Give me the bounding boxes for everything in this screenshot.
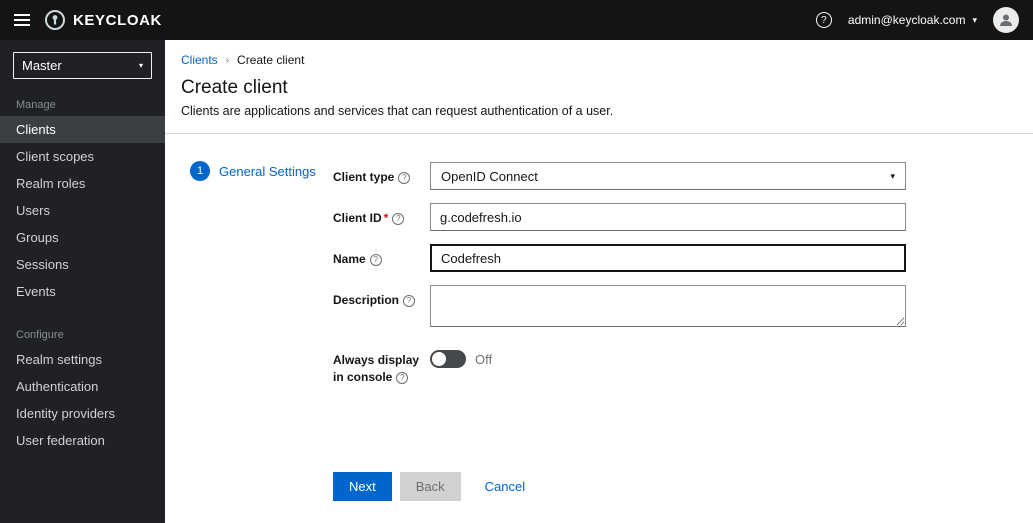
sidebar-item-realm-roles[interactable]: Realm roles [0, 170, 165, 197]
sidebar-item-clients[interactable]: Clients [0, 116, 165, 143]
description-label: Description? [333, 285, 430, 332]
breadcrumb-clients-link[interactable]: Clients [181, 53, 218, 67]
client-type-select[interactable]: OpenID Connect ▾ [430, 162, 906, 190]
breadcrumb-current: Create client [237, 53, 305, 67]
help-icon[interactable]: ? [392, 212, 405, 225]
form-actions: Next Back Cancel [333, 472, 906, 507]
client-type-label: Client type? [333, 162, 430, 190]
chevron-down-icon: ▾ [138, 61, 143, 70]
client-id-input[interactable] [430, 203, 906, 231]
chevron-down-icon: ▾ [890, 170, 895, 181]
client-id-label: Client ID *? [333, 203, 430, 231]
sidebar-item-user-federation[interactable]: User federation [0, 427, 165, 454]
description-textarea[interactable] [430, 285, 906, 327]
help-icon[interactable]: ? [369, 253, 382, 266]
next-button[interactable]: Next [333, 472, 392, 501]
realm-selector-value: Master [22, 58, 62, 73]
realm-selector[interactable]: Master ▾ [13, 52, 152, 79]
required-asterisk: * [383, 211, 389, 225]
help-icon[interactable]: ? [396, 372, 409, 385]
chevron-down-icon: ▾ [972, 14, 977, 25]
nav-section-configure: Configure [16, 329, 64, 341]
sidebar-item-identity-providers[interactable]: Identity providers [0, 400, 165, 427]
help-icon[interactable]: ? [815, 12, 832, 28]
breadcrumb-separator-icon: › [225, 54, 230, 66]
always-display-row: Always display in console? Off [333, 345, 906, 387]
help-icon[interactable]: ? [403, 294, 416, 307]
toggle-state-label: Off [475, 351, 493, 367]
always-display-label: Always display in console? [333, 353, 420, 385]
create-client-form: Client type? OpenID Connect ▾ Client ID *… [333, 134, 1033, 523]
wizard-step-general-settings[interactable]: 1 General Settings [190, 161, 333, 181]
sidebar-item-groups[interactable]: Groups [0, 224, 165, 251]
wizard-content: 1 General Settings Client type? OpenID C… [165, 134, 1033, 523]
main-content: Clients › Create client Create client Cl… [165, 40, 1033, 523]
user-menu[interactable]: admin@keycloak.com ▾ [848, 13, 977, 27]
brand-text: KEYCLOAK [73, 11, 162, 29]
sidebar-item-realm-settings[interactable]: Realm settings [0, 346, 165, 373]
name-row: Name? [333, 244, 906, 272]
name-label: Name? [333, 244, 430, 272]
topbar-right: ? admin@keycloak.com ▾ [815, 7, 1033, 33]
client-id-row: Client ID *? [333, 203, 906, 231]
user-icon [1000, 14, 1012, 26]
help-icon[interactable]: ? [398, 171, 411, 184]
wizard-nav: 1 General Settings [165, 134, 333, 523]
step-label: General Settings [219, 163, 316, 179]
keycloak-logo-icon [45, 10, 65, 30]
sidebar-item-authentication[interactable]: Authentication [0, 373, 165, 400]
hamburger-menu-icon[interactable] [0, 0, 44, 40]
sidebar: Master ▾ Manage Clients Client scopes Re… [0, 40, 165, 523]
client-type-value: OpenID Connect [441, 168, 538, 184]
back-button[interactable]: Back [399, 472, 461, 501]
description-row: Description? [333, 285, 906, 332]
sidebar-item-client-scopes[interactable]: Client scopes [0, 143, 165, 170]
cancel-button[interactable]: Cancel [479, 478, 531, 495]
page-header: Clients › Create client Create client Cl… [165, 40, 1033, 134]
keycloak-brand: KEYCLOAK [44, 9, 162, 31]
page-title: Create client [181, 77, 288, 98]
toggle-knob [432, 352, 446, 366]
sidebar-item-sessions[interactable]: Sessions [0, 251, 165, 278]
always-display-toggle[interactable] [430, 350, 466, 368]
page-subtitle: Clients are applications and services th… [181, 104, 614, 118]
avatar[interactable] [993, 7, 1019, 33]
nav-section-manage: Manage [16, 99, 56, 111]
user-email: admin@keycloak.com [847, 13, 966, 27]
breadcrumb: Clients › Create client [181, 53, 1017, 67]
client-type-row: Client type? OpenID Connect ▾ [333, 162, 906, 190]
topbar: KEYCLOAK ? admin@keycloak.com ▾ [0, 0, 1033, 40]
name-input[interactable] [430, 244, 906, 272]
sidebar-item-users[interactable]: Users [0, 197, 165, 224]
step-number-badge: 1 [190, 161, 210, 181]
sidebar-item-events[interactable]: Events [0, 278, 165, 305]
